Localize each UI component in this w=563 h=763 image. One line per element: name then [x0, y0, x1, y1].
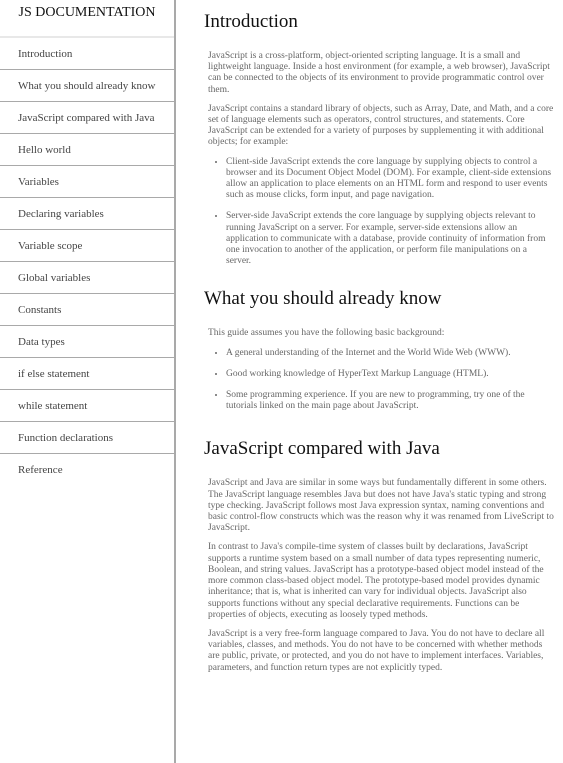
- list-item: Client-side JavaScript extends the core …: [226, 157, 554, 202]
- list-item: A general understanding of the Internet …: [226, 348, 554, 359]
- bullet-list: A general understanding of the Internet …: [208, 348, 554, 413]
- nav-item-javascript-compared-with-java[interactable]: JavaScript compared with Java: [0, 102, 174, 134]
- paragraph: JavaScript is a very free-form language …: [208, 628, 545, 673]
- sidebar-nav: JS DOCUMENTATION Introduction What you s…: [0, 0, 176, 763]
- section-heading: Introduction: [204, 11, 298, 32]
- nav-item-while-statement[interactable]: while statement: [0, 390, 174, 422]
- paragraph: JavaScript and Java are similar in some …: [208, 478, 554, 534]
- section-introduction: Introduction JavaScript is a cross-platf…: [204, 0, 554, 267]
- paragraph: JavaScript is a cross-platform, object-o…: [208, 51, 550, 95]
- nav-item-global-variables[interactable]: Global variables: [0, 262, 174, 294]
- section-javascript-compared-with-java: JavaScript compared with Java JavaScript…: [204, 422, 554, 673]
- main-content: Introduction JavaScript is a cross-platf…: [204, 0, 554, 682]
- list-item: Good working knowledge of HyperText Mark…: [226, 369, 554, 380]
- nav-item-hello-world[interactable]: Hello world: [0, 134, 174, 166]
- nav-title: JS DOCUMENTATION: [0, 0, 174, 38]
- nav-item-what-you-should-already-know[interactable]: What you should already know: [0, 70, 174, 102]
- list-item: Some programming experience. If you are …: [226, 390, 554, 412]
- nav-item-variable-scope[interactable]: Variable scope: [0, 230, 174, 262]
- nav-item-declaring-variables[interactable]: Declaring variables: [0, 198, 174, 230]
- nav-item-introduction[interactable]: Introduction: [0, 38, 174, 70]
- list-item: Server-side JavaScript extends the core …: [226, 211, 554, 267]
- section-heading: JavaScript compared with Java: [204, 438, 440, 460]
- nav-item-constants[interactable]: Constants: [0, 294, 174, 326]
- section-heading: What you should already know: [204, 288, 442, 310]
- nav-item-function-declarations[interactable]: Function declarations: [0, 422, 174, 454]
- paragraph: This guide assumes you have the followin…: [208, 328, 445, 339]
- nav-item-variables[interactable]: Variables: [0, 166, 174, 198]
- paragraph: In contrast to Java's compile-time syste…: [208, 542, 544, 620]
- bullet-list: Client-side JavaScript extends the core …: [208, 157, 554, 268]
- section-what-you-should-already-know: What you should already know This guide …: [204, 277, 554, 412]
- paragraph: JavaScript contains a standard library o…: [208, 103, 554, 148]
- nav-item-data-types[interactable]: Data types: [0, 326, 174, 358]
- nav-item-reference[interactable]: Reference: [0, 454, 174, 485]
- nav-list: Introduction What you should already kno…: [0, 38, 174, 485]
- nav-item-if-else-statement[interactable]: if else statement: [0, 358, 174, 390]
